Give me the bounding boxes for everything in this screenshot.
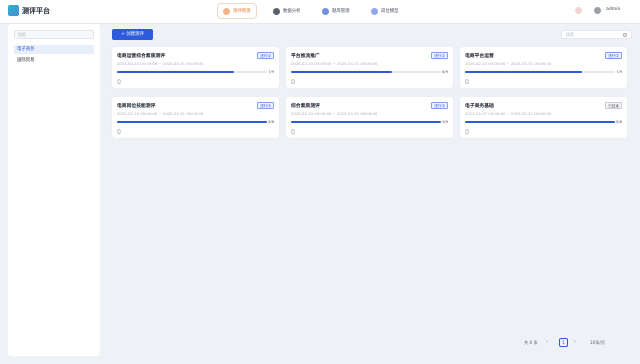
sidebar: 搜索 电子商务 国际贸易 bbox=[8, 24, 100, 356]
assessment-card[interactable]: 电商平台运营 进行中 2025-02-10 00:00:00 ~ 2025-03… bbox=[460, 47, 627, 88]
page-size-select[interactable]: 10条/页 bbox=[590, 338, 605, 347]
card-title: 平台推流推广 bbox=[291, 54, 320, 59]
card-dates: 2025-02-10 00:00:00 ~ 2025-03-31 00:00:0… bbox=[117, 111, 204, 116]
notification-icon[interactable] bbox=[575, 7, 582, 14]
search-placeholder: 搜索 bbox=[566, 32, 574, 37]
trash-icon[interactable] bbox=[291, 79, 295, 84]
card-dates: 2025-02-10 00:00:00 ~ 2025-03-31 00:00:0… bbox=[465, 61, 552, 66]
card-title: 电商运营综合素质测评 bbox=[117, 54, 165, 59]
assessment-card[interactable]: 电商运营综合素质测评 进行中 2025-02-10 00:00:00 ~ 202… bbox=[112, 47, 279, 88]
sidebar-item-intl-trade[interactable]: 国际贸易 bbox=[14, 56, 94, 65]
progress-text: 6/9 bbox=[442, 69, 448, 74]
card-title: 综合素质测评 bbox=[291, 104, 320, 109]
progress-track bbox=[117, 71, 267, 73]
progress-text: 9/9 bbox=[442, 119, 448, 124]
app-title: 测评平台 bbox=[22, 7, 50, 15]
avatar[interactable] bbox=[594, 7, 601, 14]
progress-track bbox=[291, 121, 441, 123]
nav-tab-assessment[interactable]: 测评管理 bbox=[218, 4, 256, 18]
progress-track bbox=[465, 71, 615, 73]
assessment-card[interactable]: 综合素质测评 进行中 2025-02-10 00:00:00 ~ 2025-03… bbox=[286, 97, 453, 138]
sidebar-search-input[interactable]: 搜索 bbox=[14, 30, 94, 39]
trash-icon[interactable] bbox=[465, 129, 469, 134]
status-badge: 已结束 bbox=[605, 102, 622, 109]
assessment-card[interactable]: 电子商务基础 已结束 2025-02-07 00:00:00 ~ 2025-02… bbox=[460, 97, 627, 138]
progress-text: 7/9 bbox=[616, 69, 622, 74]
progress-text: 8/8 bbox=[616, 119, 622, 124]
prev-page-button[interactable]: ‹ bbox=[546, 338, 548, 347]
nav-tab-label: 测评管理 bbox=[233, 9, 251, 14]
nav-tab-label: 数据分析 bbox=[283, 9, 301, 14]
user-name[interactable]: admin bbox=[606, 7, 620, 12]
card-dates: 2025-02-10 00:00:00 ~ 2025-03-31 00:00:0… bbox=[291, 61, 378, 66]
assessment-card[interactable]: 平台推流推广 进行中 2025-02-10 00:00:00 ~ 2025-03… bbox=[286, 47, 453, 88]
progress-text: 8/8 bbox=[268, 119, 274, 124]
status-badge: 进行中 bbox=[605, 52, 622, 59]
trash-icon[interactable] bbox=[291, 129, 295, 134]
nav-tab-question-bank[interactable]: 题库管理 bbox=[317, 4, 355, 18]
status-badge: 进行中 bbox=[431, 52, 448, 59]
status-badge: 进行中 bbox=[257, 102, 274, 109]
card-title: 电商平台运营 bbox=[465, 54, 494, 59]
card-title: 电商岗位技能测评 bbox=[117, 104, 156, 109]
next-page-button[interactable]: › bbox=[574, 338, 576, 347]
app-logo bbox=[8, 5, 19, 16]
search-input[interactable]: 搜索 bbox=[561, 30, 632, 39]
trash-icon[interactable] bbox=[117, 129, 121, 134]
create-assessment-button[interactable]: + 创建测评 bbox=[112, 29, 153, 40]
progress-track bbox=[291, 71, 441, 73]
page-number-button[interactable]: 1 bbox=[559, 338, 568, 347]
progress-fill bbox=[465, 121, 615, 123]
top-bar: 测评平台 测评管理 数据分析 题库管理 岗位模型 admin bbox=[0, 0, 640, 24]
status-badge: 进行中 bbox=[431, 102, 448, 109]
card-dates: 2025-02-10 00:00:00 ~ 2025-03-31 00:00:0… bbox=[117, 61, 204, 66]
sidebar-item-ecommerce[interactable]: 电子商务 bbox=[14, 45, 94, 54]
search-icon[interactable] bbox=[623, 33, 627, 37]
nav-tab-analytics[interactable]: 数据分析 bbox=[268, 4, 306, 18]
status-badge: 进行中 bbox=[257, 52, 274, 59]
progress-track bbox=[117, 121, 267, 123]
position-model-icon bbox=[371, 7, 378, 15]
progress-fill bbox=[117, 121, 267, 123]
analytics-icon bbox=[273, 7, 280, 15]
pagination-total: 共 6 条 bbox=[524, 340, 538, 345]
progress-track bbox=[465, 121, 615, 123]
nav-tab-position-model[interactable]: 岗位模型 bbox=[366, 4, 404, 18]
progress-text: 7/9 bbox=[268, 69, 274, 74]
progress-fill bbox=[117, 71, 234, 73]
progress-fill bbox=[465, 71, 582, 73]
card-dates: 2025-02-07 00:00:00 ~ 2025-02-21 00:00:0… bbox=[465, 111, 552, 116]
assessment-card[interactable]: 电商岗位技能测评 进行中 2025-02-10 00:00:00 ~ 2025-… bbox=[112, 97, 279, 138]
assessment-icon bbox=[223, 7, 230, 15]
trash-icon[interactable] bbox=[465, 79, 469, 84]
progress-fill bbox=[291, 71, 392, 73]
nav-tab-label: 题库管理 bbox=[332, 9, 350, 14]
trash-icon[interactable] bbox=[117, 79, 121, 84]
nav-tab-label: 岗位模型 bbox=[381, 9, 399, 14]
card-dates: 2025-02-10 00:00:00 ~ 2025-03-31 00:00:0… bbox=[291, 111, 378, 116]
question-bank-icon bbox=[322, 7, 329, 15]
card-title: 电子商务基础 bbox=[465, 104, 494, 109]
progress-fill bbox=[291, 121, 441, 123]
